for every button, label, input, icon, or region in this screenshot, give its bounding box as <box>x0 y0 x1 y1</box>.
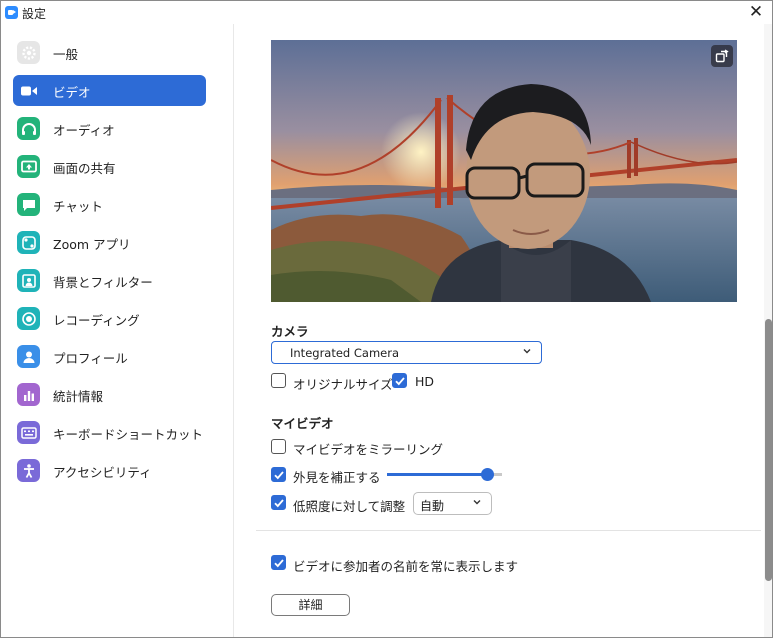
sidebar-item-label: キーボードショートカット <box>53 427 204 442</box>
scrollbar-thumb[interactable] <box>765 319 772 581</box>
chevron-down-icon <box>523 349 531 354</box>
camera-select[interactable]: Integrated Camera <box>271 341 542 364</box>
sidebar-item-recording[interactable]: レコーディング <box>13 303 206 334</box>
my-video-section-label: マイビデオ <box>271 416 334 431</box>
checkmark-icon <box>274 471 284 480</box>
background-icon <box>17 269 40 292</box>
sidebar-item-video[interactable]: ビデオ <box>13 75 206 106</box>
gear-icon <box>17 41 40 64</box>
section-divider <box>256 530 761 531</box>
sidebar-item-keyboard-shortcuts[interactable]: キーボードショートカット <box>13 417 206 448</box>
record-icon <box>17 307 40 330</box>
profile-icon <box>17 345 40 368</box>
sidebar-item-label: 一般 <box>53 47 79 62</box>
sidebar-item-label: オーディオ <box>53 123 115 138</box>
title-bar: 設定 ✕ <box>1 1 772 24</box>
video-camera-icon <box>17 79 40 102</box>
hd-checkbox[interactable] <box>392 373 407 388</box>
sidebar-item-accessibility[interactable]: アクセシビリティ <box>13 455 206 486</box>
mirror-video-checkbox[interactable] <box>271 439 286 454</box>
rotate-video-button[interactable] <box>711 45 733 67</box>
sidebar-item-label: アクセシビリティ <box>53 465 152 480</box>
apps-icon <box>17 231 40 254</box>
headphones-icon <box>17 117 40 140</box>
original-size-checkbox[interactable] <box>271 373 286 388</box>
sidebar-item-zoom-apps[interactable]: Zoom アプリ <box>13 227 206 258</box>
sidebar-item-profile[interactable]: プロフィール <box>13 341 206 372</box>
sidebar-item-label: レコーディング <box>53 313 140 328</box>
sidebar-item-statistics[interactable]: 統計情報 <box>13 379 206 410</box>
low-light-mode-select[interactable]: 自動 <box>413 492 492 515</box>
sidebar-item-label: 背景とフィルター <box>53 275 153 290</box>
show-names-label: ビデオに参加者の名前を常に表示します <box>293 559 519 574</box>
checkmark-icon <box>274 499 284 508</box>
sidebar-item-chat[interactable]: チャット <box>13 189 206 220</box>
hd-label: HD <box>415 374 435 389</box>
sidebar-item-general[interactable]: 一般 <box>13 37 206 68</box>
touch-up-slider-fill <box>387 473 488 476</box>
rotate-icon <box>715 49 729 63</box>
camera-select-value: Integrated Camera <box>290 346 400 360</box>
settings-window: 設定 ✕ 一般 ビデオ オーディオ 画面の共有 チャット Zoom アプリ 背景… <box>0 0 773 638</box>
low-light-checkbox[interactable] <box>271 495 286 510</box>
zoom-app-icon <box>5 6 18 19</box>
chat-bubble-icon <box>17 193 40 216</box>
touch-up-slider[interactable] <box>387 468 502 481</box>
touch-up-label: 外見を補正する <box>293 470 381 485</box>
sidebar: 一般 ビデオ オーディオ 画面の共有 チャット Zoom アプリ 背景とフィルタ… <box>1 24 234 637</box>
camera-preview-image <box>271 40 737 302</box>
low-light-label: 低照度に対して調整 <box>293 499 406 514</box>
statistics-icon <box>17 383 40 406</box>
share-screen-icon <box>17 155 40 178</box>
close-button[interactable]: ✕ <box>746 2 766 22</box>
sidebar-item-label: ビデオ <box>53 85 91 100</box>
window-title: 設定 <box>22 7 47 21</box>
keyboard-icon <box>17 421 40 444</box>
mirror-video-label: マイビデオをミラーリング <box>293 442 444 457</box>
sidebar-item-audio[interactable]: オーディオ <box>13 113 206 144</box>
accessibility-icon <box>17 459 40 482</box>
chevron-down-icon <box>473 500 481 505</box>
sidebar-item-background[interactable]: 背景とフィルター <box>13 265 206 296</box>
low-light-mode-value: 自動 <box>420 499 445 513</box>
sidebar-item-label: 画面の共有 <box>53 161 116 176</box>
sidebar-item-label: 統計情報 <box>53 389 104 404</box>
sidebar-item-label: プロフィール <box>53 351 128 366</box>
advanced-button[interactable]: 詳細 <box>271 594 350 616</box>
touch-up-checkbox[interactable] <box>271 467 286 482</box>
checkmark-icon <box>274 559 284 568</box>
sidebar-item-share-screen[interactable]: 画面の共有 <box>13 151 206 182</box>
touch-up-slider-thumb[interactable] <box>480 468 494 481</box>
checkmark-icon <box>395 377 405 386</box>
camera-preview <box>271 40 737 302</box>
sidebar-item-label: チャット <box>53 199 103 214</box>
sidebar-item-label: Zoom アプリ <box>53 237 131 252</box>
original-size-label: オリジナルサイズ <box>293 377 393 392</box>
camera-section-label: カメラ <box>271 324 309 339</box>
show-names-checkbox[interactable] <box>271 555 286 570</box>
